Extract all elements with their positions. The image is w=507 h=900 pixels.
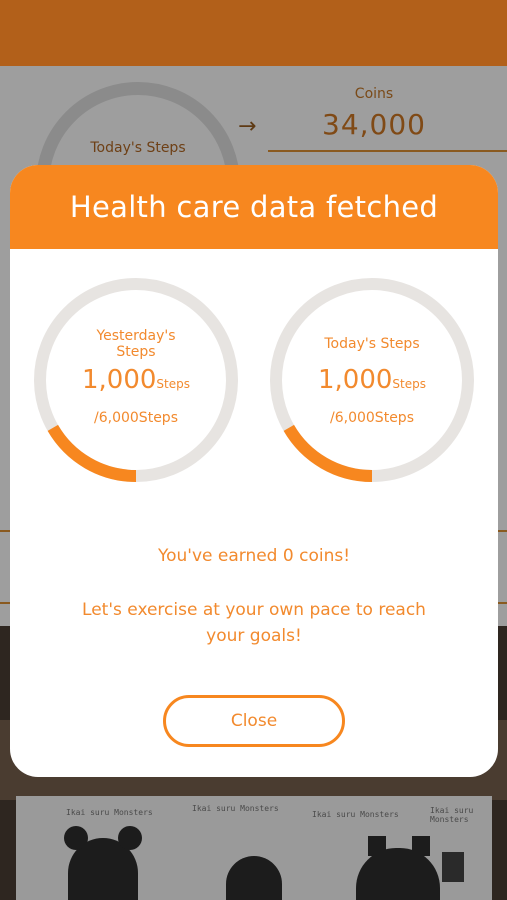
background-poster-image: Ikai suru Monsters Ikai suru Monsters Ik… xyxy=(16,796,492,900)
encouragement-message: Let's exercise at your own pace to reach… xyxy=(82,600,426,646)
close-button[interactable]: Close xyxy=(163,695,345,747)
yesterday-steps-goal: /6,000Steps xyxy=(94,410,178,426)
background-todays-steps-label: Today's Steps xyxy=(90,140,186,156)
coins-earned-message: You've earned 0 coins! xyxy=(157,546,351,566)
yesterday-label-line1: Yesterday's xyxy=(96,328,176,344)
today-steps-value: 1,000Steps xyxy=(317,365,426,395)
arrow-right-icon: → xyxy=(238,114,257,139)
today-label: Today's Steps xyxy=(324,336,420,352)
yesterday-label-line2: Steps xyxy=(116,344,156,360)
poster-doodle-text: Ikai suru Monsters xyxy=(430,806,474,824)
dialog-header: Health care data fetched xyxy=(10,165,498,249)
poster-doodle-text: Ikai suru Monsters xyxy=(66,808,153,817)
dialog-title: Health care data fetched xyxy=(69,190,439,224)
app-header xyxy=(0,0,507,66)
poster-doodle-text: Ikai suru Monsters xyxy=(312,810,399,819)
yesterday-steps-value: 1,000Steps xyxy=(81,365,190,395)
today-steps-ring: Today's Steps 1,000Steps /6,000Steps xyxy=(269,277,475,483)
health-data-dialog: Health care data fetched Yesterday's Ste… xyxy=(10,165,498,777)
poster-doodle-text: Ikai suru Monsters xyxy=(192,804,279,813)
today-steps-goal: /6,000Steps xyxy=(330,410,414,426)
background-divider xyxy=(268,150,507,152)
background-coins-value: 34,000 xyxy=(322,108,426,141)
background-coins-label: Coins xyxy=(354,86,394,102)
yesterday-steps-ring: Yesterday's Steps 1,000Steps /6,000Steps xyxy=(33,277,239,483)
